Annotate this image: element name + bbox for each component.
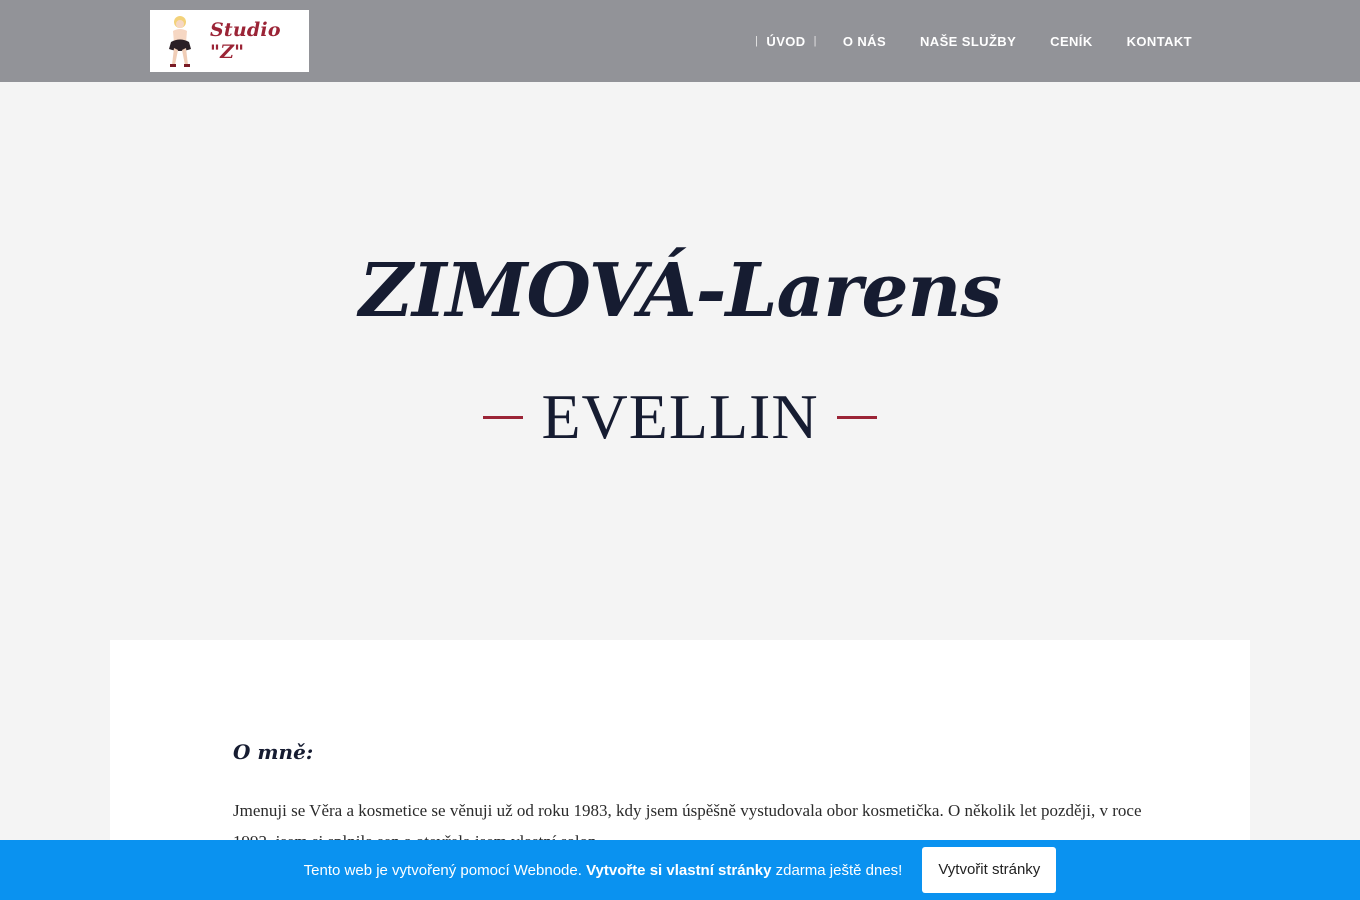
banner-text-after: zdarma ještě dnes! — [775, 861, 903, 879]
pinup-figure-icon — [160, 13, 200, 69]
nav-separator: | — [755, 35, 759, 47]
main-nav: | ÚVOD | O NÁS NAŠE SLUŽBY CENÍK KONTAKT — [747, 30, 1192, 52]
about-heading: O mně: — [233, 740, 314, 764]
nav-item-label: ÚVOD — [766, 33, 806, 49]
create-site-button[interactable]: Vytvořit stránky — [922, 847, 1057, 893]
site-logo[interactable]: Studio "Z" — [150, 10, 309, 72]
nav-item-cenik[interactable]: CENÍK — [1050, 34, 1092, 49]
nav-item-nase-sluzby[interactable]: NAŠE SLUŽBY — [920, 34, 1016, 49]
nav-separator: | — [813, 35, 817, 47]
logo-text: Studio "Z" — [210, 19, 281, 63]
hero-title: ZIMOVÁ-Larens — [358, 248, 1002, 334]
site-header: Studio "Z" | ÚVOD | O NÁS NAŠE SLUŽBY CE… — [0, 0, 1360, 82]
banner-text: Tento web je vytvořený pomocí Webnode. V… — [304, 862, 903, 879]
banner-text-bold: Vytvořte si vlastní stránky — [586, 861, 772, 879]
nav-item-kontakt[interactable]: KONTAKT — [1127, 34, 1192, 49]
decorative-dash-left — [483, 415, 524, 419]
banner-text-before: Tento web je vytvořený pomocí Webnode. — [303, 861, 582, 879]
hero-subtitle: EVELLIN — [0, 380, 1360, 454]
decorative-dash-right — [836, 415, 877, 419]
webnode-banner: Tento web je vytvořený pomocí Webnode. V… — [0, 840, 1360, 900]
hero-subtitle-text: EVELLIN — [541, 381, 819, 452]
nav-item-o-nas[interactable]: O NÁS — [843, 34, 886, 49]
nav-item-uvod[interactable]: | ÚVOD | — [747, 34, 825, 49]
